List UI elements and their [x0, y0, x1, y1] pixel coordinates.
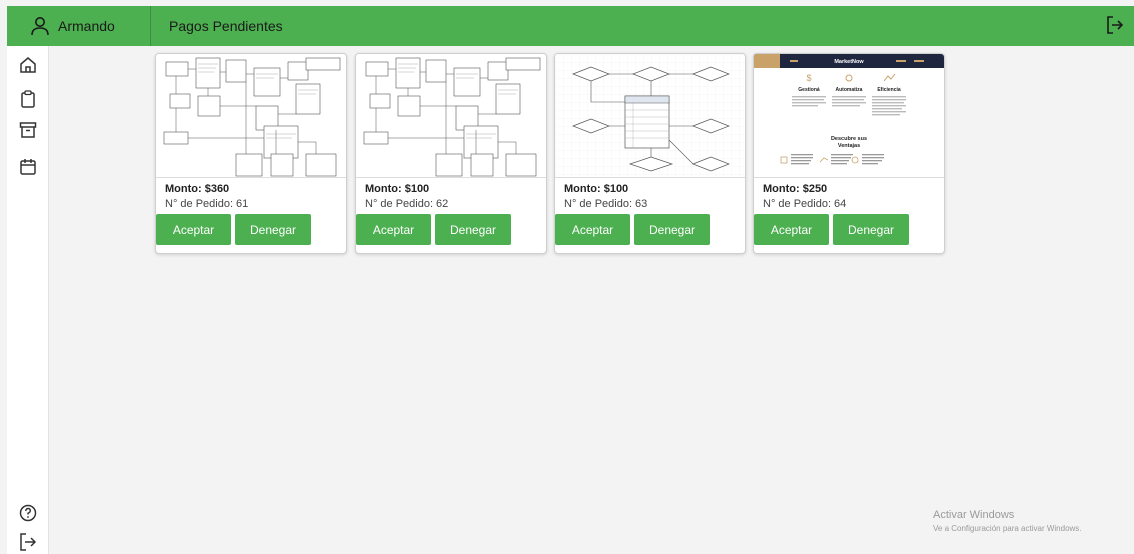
deny-button[interactable]: Denegar — [634, 214, 710, 245]
amount-label: Monto: $100 — [564, 183, 629, 195]
feature-title-1: Gestioná — [798, 87, 820, 93]
receipt-thumbnail[interactable] — [156, 54, 346, 178]
svg-text:$: $ — [806, 73, 811, 83]
order-number: N° de Pedido: 62 — [365, 198, 449, 210]
payment-card: Monto: $100 N° de Pedido: 62 Aceptar Den… — [355, 53, 547, 254]
page-brand: MarketNow — [834, 59, 864, 65]
logout-icon[interactable] — [18, 532, 38, 552]
deny-button[interactable]: Denegar — [435, 214, 511, 245]
feature-title-2: Automatiza — [836, 87, 863, 93]
deny-button[interactable]: Denegar — [833, 214, 909, 245]
payment-card: MarketNow $ Gestioná Automatiza Eficienc… — [753, 53, 945, 254]
receipt-thumbnail[interactable] — [356, 54, 546, 178]
order-number: N° de Pedido: 64 — [763, 198, 847, 210]
feature-title-3: Eficiencia — [877, 87, 901, 93]
section-heading-line-1: Descubre sus — [831, 136, 867, 142]
logout-icon[interactable] — [1105, 15, 1125, 35]
sidebar — [7, 46, 49, 554]
clipboard-icon[interactable] — [18, 89, 38, 109]
user-menu[interactable]: Armando — [7, 6, 151, 46]
payment-card: Monto: $100 N° de Pedido: 63 Aceptar Den… — [554, 53, 746, 254]
user-name: Armando — [58, 18, 115, 34]
receipt-thumbnail[interactable] — [555, 54, 745, 178]
order-number: N° de Pedido: 61 — [165, 198, 249, 210]
payment-card: Monto: $360 N° de Pedido: 61 Aceptar Den… — [155, 53, 347, 254]
er-diagram-image — [555, 54, 745, 178]
page-title: Pagos Pendientes — [169, 18, 283, 34]
user-icon — [31, 17, 49, 36]
amount-label: Monto: $100 — [365, 183, 430, 195]
amount-label: Monto: $250 — [763, 183, 828, 195]
accept-button[interactable]: Aceptar — [356, 214, 431, 245]
archive-icon[interactable] — [18, 120, 38, 140]
uml-diagram-image — [363, 57, 541, 177]
watermark-subtitle: Ve a Configuración para activar Windows. — [933, 524, 1082, 533]
home-icon[interactable] — [18, 55, 38, 75]
order-number: N° de Pedido: 63 — [564, 198, 648, 210]
accept-button[interactable]: Aceptar — [555, 214, 630, 245]
deny-button[interactable]: Denegar — [235, 214, 311, 245]
watermark-title: Activar Windows — [933, 509, 1015, 521]
uml-diagram-image — [163, 57, 341, 177]
windows-activation-watermark: Activar Windows Ve a Configuración para … — [933, 509, 1082, 533]
help-icon[interactable] — [18, 503, 38, 523]
accept-button[interactable]: Aceptar — [156, 214, 231, 245]
topbar-divider — [150, 6, 151, 46]
accept-button[interactable]: Aceptar — [754, 214, 829, 245]
top-bar: Armando Pagos Pendientes — [7, 6, 1134, 46]
calendar-icon[interactable] — [18, 157, 38, 177]
amount-label: Monto: $360 — [165, 183, 230, 195]
webpage-image: MarketNow $ Gestioná Automatiza Eficienc… — [754, 54, 944, 165]
section-heading-line-2: Ventajas — [838, 143, 860, 149]
receipt-thumbnail[interactable]: MarketNow $ Gestioná Automatiza Eficienc… — [754, 54, 944, 178]
